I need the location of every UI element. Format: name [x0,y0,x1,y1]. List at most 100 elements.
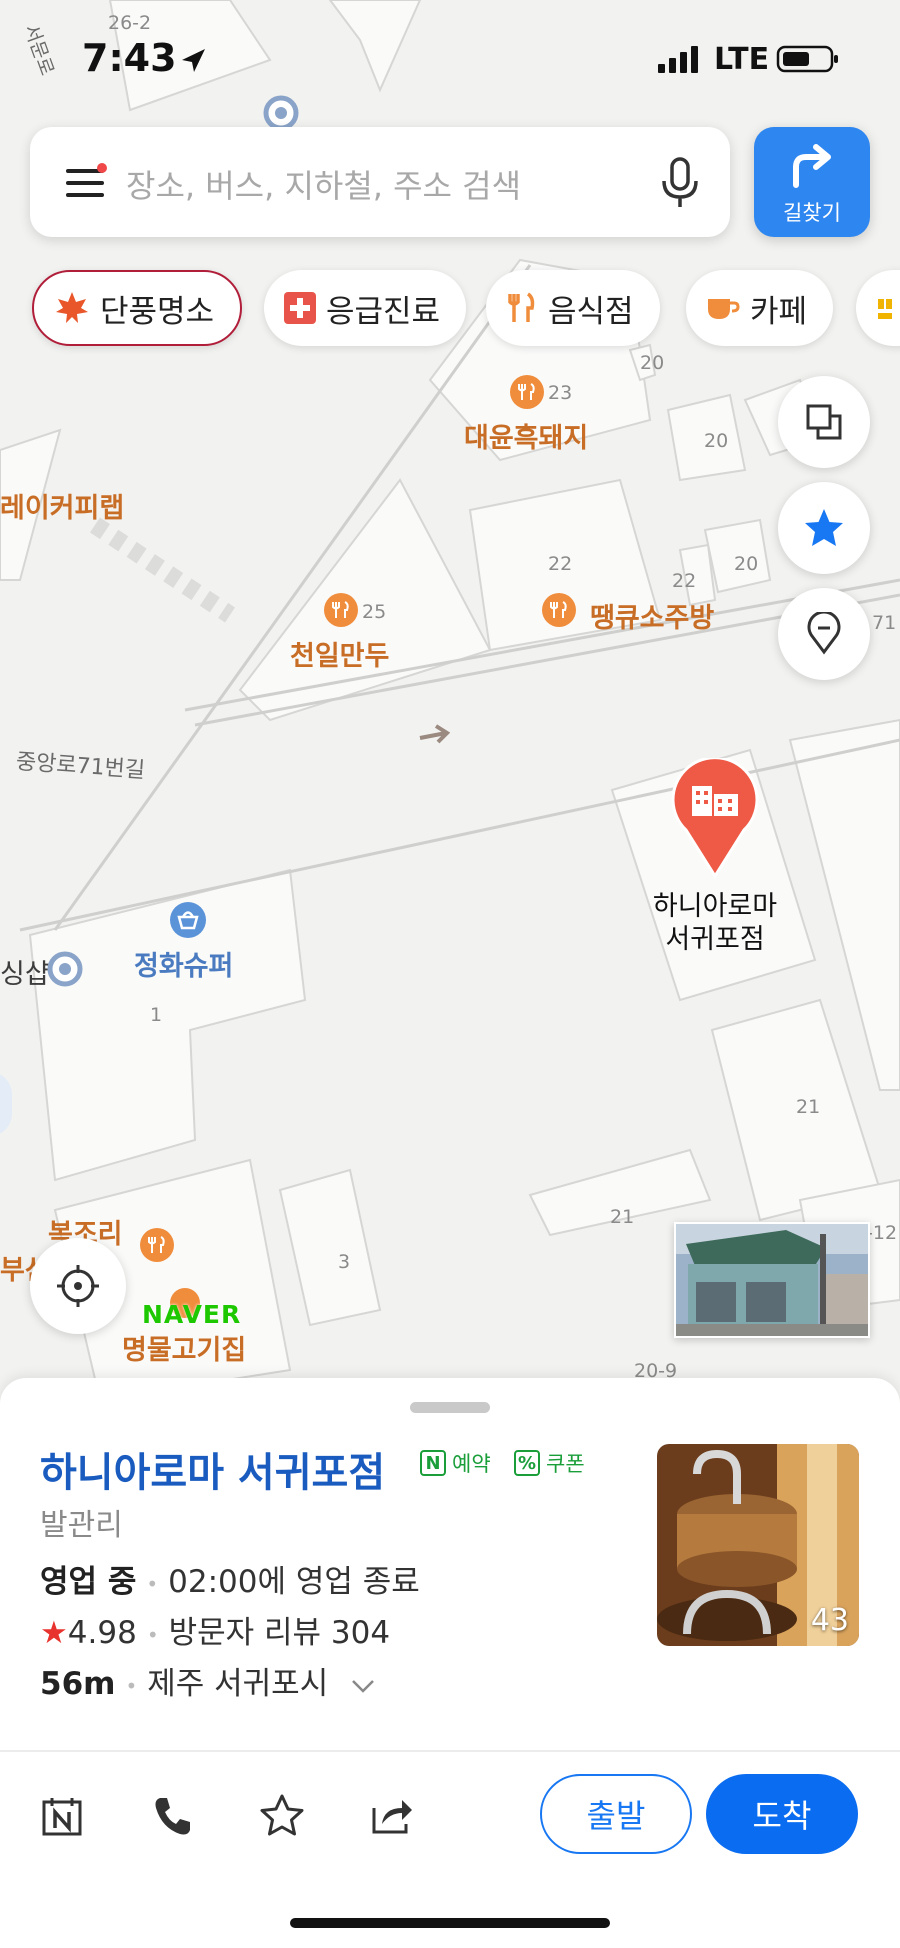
arrival-button[interactable]: 도착 [706,1774,858,1854]
medical-cross-icon [284,292,316,324]
map-number: 20 [640,352,665,374]
category-chips: 단풍명소 응급진료 음식점 카페 [30,270,900,350]
map-number: 1 [150,1004,163,1026]
maple-leaf-icon [54,290,90,326]
transit-stop-icon [47,951,83,987]
divider [0,1750,900,1752]
map-number: 22 [672,570,697,592]
open-status: 영업 중 [40,1564,137,1600]
signal-icon [658,46,698,73]
location-arrow-icon [182,49,205,72]
network-label: LTE [714,42,770,77]
home-indicator[interactable] [290,1918,610,1928]
supermarket-icon [170,902,206,938]
share-action[interactable] [362,1786,422,1846]
rating-value: 4.98 [67,1615,137,1651]
naver-logo: NAVER [142,1300,242,1329]
poi-daeyun[interactable]: 대윤흑돼지 [464,416,588,455]
map-number: 20 [704,430,729,452]
chip-autumn-leaves[interactable]: 단풍명소 [32,270,243,346]
search-bar[interactable]: 장소, 버스, 지하철, 주소 검색 [30,127,730,237]
map-number: 3 [338,1251,351,1273]
rating-star-icon: ★ [40,1615,68,1651]
restaurant-icon [510,375,544,409]
business-hours-row[interactable]: 영업 중 • 02:00에 영업 종료 [40,1556,420,1601]
map-number: 71 [872,612,897,634]
turn-right-icon [793,144,831,188]
departure-button[interactable]: 출발 [540,1774,692,1854]
fork-knife-icon [506,292,538,324]
distance-row[interactable]: 56m • 제주 서귀포시 [40,1658,376,1703]
poi-number: 23 [548,382,573,404]
chip-label: 응급진료 [326,293,441,330]
restaurant-icon [542,593,576,627]
chip-cafe[interactable]: 카페 [686,270,834,346]
star-filled-icon [805,509,843,546]
chip-partial-icon [876,293,896,323]
chip-more[interactable] [856,270,900,346]
poi-ttaengkyu[interactable]: 땡큐소주방 [590,596,714,635]
street-view-thumbnail[interactable] [674,1222,870,1338]
battery-icon [776,45,838,73]
map-number: 26-2 [108,12,152,34]
review-count: 방문자 리뷰 304 [168,1615,391,1651]
search-input[interactable]: 장소, 버스, 지하철, 주소 검색 [126,161,521,207]
map-number: 21 [610,1206,635,1228]
save-action[interactable] [252,1786,312,1846]
place-bottom-sheet[interactable]: 하니아로마 서귀포점 N 예약 % 쿠폰 발관리 영업 중 • 02:00에 영업 … [0,1378,900,1948]
map-number: 22 [548,553,573,575]
place-category: 발관리 [40,1508,123,1543]
chip-label: 단풍명소 [100,293,215,330]
reserve-action[interactable] [32,1786,92,1846]
phone-icon [155,1798,190,1835]
reservation-icon: N [420,1450,446,1476]
directions-label: 길찾기 [783,201,841,225]
coupon-badge[interactable]: % 쿠폰 [514,1446,585,1480]
reservation-badge[interactable]: N 예약 [420,1446,491,1480]
share-icon [372,1800,412,1834]
poi-jeonghwa[interactable]: 정화슈퍼 [134,944,233,983]
crosshair-icon [57,1265,99,1307]
call-action[interactable] [142,1786,202,1846]
chevron-down-icon[interactable] [350,1678,376,1694]
microphone-icon[interactable] [660,157,700,209]
map-layers-button[interactable] [778,376,870,468]
layers-icon [806,404,842,440]
selected-place-label[interactable]: 하니아로마 서귀포점 [650,890,780,956]
place-name[interactable]: 하니아로마 서귀포점 [40,1440,385,1498]
restaurant-icon [140,1228,174,1262]
badge-label: 예약 [452,1452,491,1476]
coupon-icon: % [514,1450,540,1476]
poi-left-shop[interactable]: 싱샵 [0,952,50,991]
directions-button[interactable]: 길찾기 [754,127,870,237]
photo-count: 43 [810,1603,849,1638]
selected-place-marker[interactable] [668,758,762,880]
sheet-handle[interactable] [410,1402,490,1413]
restaurant-icon [324,593,358,627]
chip-label: 음식점 [548,293,634,330]
coffee-cup-icon [706,293,740,323]
poi-cheonil[interactable]: 천일만두 [290,634,389,673]
map-number: 20 [734,553,759,575]
poi-myeongmul[interactable]: 명물고기집 [122,1328,246,1367]
chip-restaurant[interactable]: 음식점 [486,270,660,346]
current-location-button[interactable] [30,1238,126,1334]
address: 제주 서귀포시 [147,1666,329,1702]
closing-time: 02:00에 영업 종료 [168,1564,420,1600]
poi-cafe-lab[interactable]: 레이커피랩 [0,486,124,525]
distance-value: 56m [40,1666,116,1702]
map-number: 21 [796,1096,821,1118]
chip-emergency[interactable]: 응급진료 [264,270,467,346]
calendar-n-icon [42,1798,82,1836]
poi-number: 25 [362,601,387,623]
place-photo[interactable]: 43 [657,1444,859,1646]
rating-row[interactable]: ★4.98 • 방문자 리뷰 304 [40,1607,390,1652]
menu-icon[interactable] [64,163,108,203]
star-outline-icon [260,1794,304,1836]
my-places-button[interactable] [778,588,870,680]
status-time: 7:43 [82,36,177,80]
map-number: -12 [866,1222,898,1244]
favorites-button[interactable] [778,482,870,574]
location-pin-icon [807,612,841,655]
badge-label: 쿠폰 [546,1452,585,1476]
